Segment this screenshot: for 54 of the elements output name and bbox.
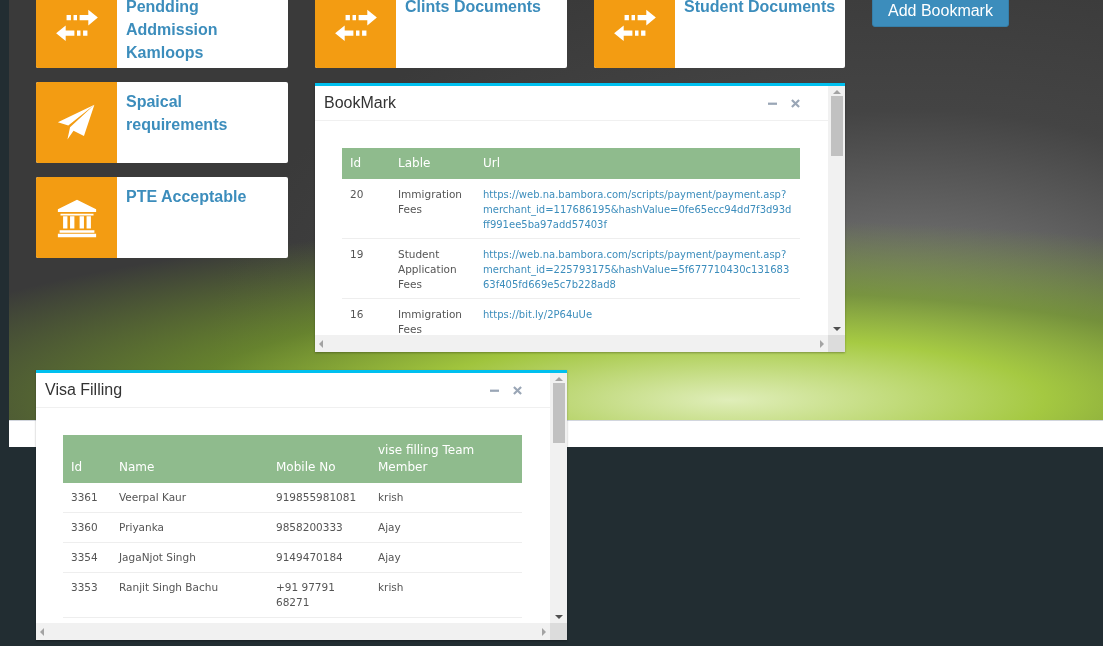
table-cell: 9858200333 <box>276 521 343 533</box>
column-header: Lable <box>390 148 475 179</box>
table-cell: 19 <box>350 248 364 260</box>
add-bookmark-button[interactable]: Add Bookmark <box>872 0 1009 27</box>
vertical-scrollbar[interactable] <box>828 86 845 335</box>
horizontal-scrollbar[interactable] <box>315 335 828 352</box>
table-cell: 919855981081 <box>276 491 357 503</box>
url-link[interactable]: https://web.na.bambora.com/scripts/payment/payment.asp?merchant_id=117686195&hashValue=0fe65ecc94dd7f3d93dff991ee5ba97add57403f <box>483 187 792 232</box>
table-cell: Student Application Fees <box>398 248 457 290</box>
column-header: Mobile No <box>268 435 370 483</box>
table-cell: krish <box>378 491 404 503</box>
table-cell: 3354 <box>71 551 98 563</box>
scrollbar-corner <box>550 623 567 640</box>
table-cell: Ajay <box>378 521 401 533</box>
tile-title: Pendding Addmission Kamloops <box>125 0 219 63</box>
column-header: Id <box>63 435 111 483</box>
bank-building-icon <box>55 197 98 238</box>
table-cell: 16 <box>350 308 364 320</box>
url-link[interactable]: https://web.na.bambora.com/scripts/payment/payment.asp?merchant_id=225793175&hashValue=5f677710430c13168363f405fd669e5c7b228ad8 <box>483 247 792 292</box>
table-cell: 20 <box>350 188 364 200</box>
window-title: Visa Filling <box>45 381 123 399</box>
table-cell: Immigration Fees <box>398 188 462 215</box>
column-header: Url <box>475 148 800 179</box>
dashboard-tile[interactable]: Student Documents <box>594 0 845 68</box>
table-cell: 3361 <box>71 491 98 503</box>
close-icon[interactable] <box>791 98 800 108</box>
table-cell: +91 97791 68271 <box>276 581 335 608</box>
dashboard-tile[interactable]: Spaical requirements <box>36 82 288 163</box>
horizontal-scrollbar[interactable] <box>36 623 550 640</box>
url-link[interactable]: https://bit.ly/2P64uUe <box>483 307 792 322</box>
dashboard-tile[interactable]: Clints Documents <box>315 0 567 68</box>
close-icon[interactable] <box>513 385 522 395</box>
tile-title: PTE Acceptable <box>125 187 248 207</box>
tile-title: Spaical requirements <box>125 92 229 135</box>
column-header: Id <box>342 148 390 179</box>
table-cell: 9149470184 <box>276 551 343 563</box>
table-cell: Ajay <box>378 551 401 563</box>
table-cell: Priyanka <box>119 521 164 533</box>
tile-title: Clints Documents <box>404 0 542 17</box>
table-cell: 3360 <box>71 521 98 533</box>
scrollbar-corner <box>828 335 845 352</box>
tile-title: Student Documents <box>683 0 837 17</box>
table-cell: 3353 <box>71 581 98 593</box>
window-title: BookMark <box>324 94 397 112</box>
table-cell: JagaNjot Singh <box>119 551 196 563</box>
column-header: vise filling Team Member <box>370 435 522 483</box>
table-cell: Veerpal Kaur <box>119 491 187 503</box>
dashboard-tile[interactable]: PTE Acceptable <box>36 177 288 258</box>
column-header: Name <box>111 435 268 483</box>
table-cell: Immigration Fees <box>398 308 462 335</box>
vertical-scrollbar[interactable] <box>550 373 567 623</box>
table-cell: Ranjit Singh Bachu <box>119 581 219 593</box>
table-cell: krish <box>378 581 404 593</box>
dashboard-tile[interactable]: Pendding Addmission Kamloops <box>36 0 288 68</box>
